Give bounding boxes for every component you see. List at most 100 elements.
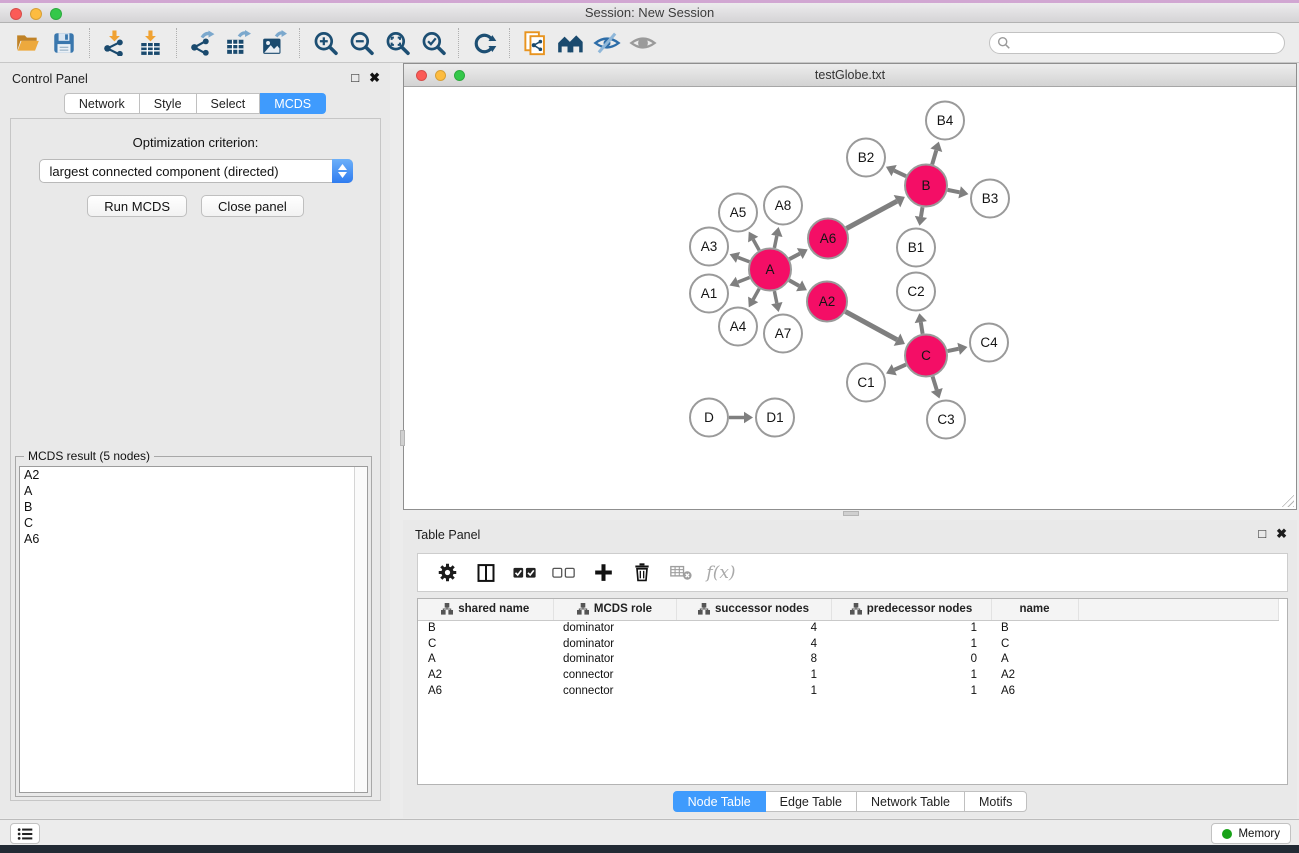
table-cell[interactable]: A2 bbox=[991, 667, 1078, 683]
table-row[interactable]: Adominator80A bbox=[418, 652, 1278, 668]
column-header[interactable]: shared name bbox=[418, 599, 553, 620]
table-cell[interactable]: B bbox=[991, 620, 1078, 636]
table-cell[interactable]: 1 bbox=[676, 683, 831, 699]
graph-edge-A-A4[interactable] bbox=[753, 289, 759, 300]
network-canvas[interactable]: AA1A2A3A4A5A6A7A8BB1B2B3B4CC1C2C3C4DD1 bbox=[404, 87, 1296, 509]
table-cell[interactable]: dominator bbox=[553, 620, 676, 636]
close-panel-icon[interactable]: ✖ bbox=[369, 70, 380, 86]
column-header[interactable]: successor nodes bbox=[676, 599, 831, 620]
zoom-out-icon[interactable] bbox=[343, 27, 379, 59]
mcds-result-list[interactable]: A2ABCA6 bbox=[19, 466, 368, 793]
column-header[interactable]: predecessor nodes bbox=[831, 599, 991, 620]
optimization-criterion-dropdown[interactable]: largest connected component (directed) bbox=[39, 159, 353, 183]
tab-style[interactable]: Style bbox=[140, 93, 197, 114]
search-input[interactable] bbox=[1016, 36, 1277, 50]
graph-edge-A6-B[interactable] bbox=[846, 201, 897, 228]
delete-table-icon[interactable] bbox=[666, 558, 696, 588]
splitter-handle[interactable] bbox=[843, 511, 859, 516]
node-table[interactable]: shared nameMCDS rolesuccessor nodesprede… bbox=[417, 598, 1288, 785]
table-cell[interactable]: 1 bbox=[831, 683, 991, 699]
import-table-icon[interactable] bbox=[133, 27, 169, 59]
table-cell[interactable]: A2 bbox=[418, 667, 553, 683]
table-row[interactable]: A2connector11A2 bbox=[418, 667, 1278, 683]
table-cell[interactable]: 4 bbox=[676, 636, 831, 652]
graph-edge-A-A3[interactable] bbox=[738, 257, 749, 261]
refresh-icon[interactable] bbox=[466, 27, 502, 59]
table-cell[interactable]: 1 bbox=[676, 667, 831, 683]
column-header[interactable]: name bbox=[991, 599, 1078, 620]
function-builder-icon[interactable]: f(x) bbox=[705, 558, 735, 588]
unselect-all-checkboxes-icon[interactable] bbox=[549, 558, 579, 588]
close-panel-button[interactable]: Close panel bbox=[201, 195, 304, 217]
table-cell[interactable]: A bbox=[991, 652, 1078, 668]
zoom-fit-icon[interactable] bbox=[379, 27, 415, 59]
graph-edge-A-A1[interactable] bbox=[738, 278, 750, 283]
network-overview-icon[interactable] bbox=[553, 27, 589, 59]
network-graph[interactable]: AA1A2A3A4A5A6A7A8BB1B2B3B4CC1C2C3C4DD1 bbox=[404, 87, 1296, 509]
table-cell[interactable]: dominator bbox=[553, 636, 676, 652]
float-panel-icon[interactable]: □ bbox=[351, 70, 359, 86]
run-mcds-button[interactable]: Run MCDS bbox=[87, 195, 187, 217]
table-cell[interactable]: 0 bbox=[831, 652, 991, 668]
tab-network-table[interactable]: Network Table bbox=[857, 791, 965, 812]
add-column-icon[interactable] bbox=[588, 558, 618, 588]
column-header[interactable]: MCDS role bbox=[553, 599, 676, 620]
float-panel-icon[interactable]: □ bbox=[1258, 526, 1266, 542]
tab-motifs[interactable]: Motifs bbox=[965, 791, 1027, 812]
splitter-handle[interactable] bbox=[400, 430, 405, 446]
tab-network[interactable]: Network bbox=[64, 93, 140, 114]
graph-edge-B-B1[interactable] bbox=[921, 207, 923, 217]
select-all-checkboxes-icon[interactable] bbox=[510, 558, 540, 588]
graph-edge-A-A7[interactable] bbox=[774, 291, 776, 303]
graph-edge-A-A8[interactable] bbox=[774, 236, 776, 248]
table-cell[interactable]: 4 bbox=[676, 620, 831, 636]
table-row[interactable]: Bdominator41B bbox=[418, 620, 1278, 636]
graph-edge-B-B3[interactable] bbox=[948, 190, 960, 192]
table-cell[interactable]: C bbox=[991, 636, 1078, 652]
import-network-icon[interactable] bbox=[97, 27, 133, 59]
delete-columns-icon[interactable] bbox=[627, 558, 657, 588]
save-session-icon[interactable] bbox=[46, 27, 82, 59]
show-graphics-details-icon[interactable] bbox=[625, 27, 661, 59]
table-cell[interactable]: connector bbox=[553, 667, 676, 683]
tab-select[interactable]: Select bbox=[197, 93, 261, 114]
search-box[interactable] bbox=[989, 32, 1285, 54]
graph-edge-C-C3[interactable] bbox=[933, 376, 937, 389]
table-cell[interactable]: 1 bbox=[831, 636, 991, 652]
table-cell[interactable]: 1 bbox=[831, 620, 991, 636]
table-cell[interactable]: C bbox=[418, 636, 553, 652]
zoom-in-icon[interactable] bbox=[307, 27, 343, 59]
new-network-from-selection-icon[interactable] bbox=[517, 27, 553, 59]
memory-button[interactable]: Memory bbox=[1211, 823, 1291, 844]
table-row[interactable]: Cdominator41C bbox=[418, 636, 1278, 652]
graph-edge-C-C4[interactable] bbox=[948, 349, 959, 351]
graph-edge-C-C2[interactable] bbox=[921, 322, 923, 334]
zoom-selected-icon[interactable] bbox=[415, 27, 451, 59]
show-columns-icon[interactable] bbox=[471, 558, 501, 588]
export-image-icon[interactable] bbox=[256, 27, 292, 59]
tab-edge-table[interactable]: Edge Table bbox=[766, 791, 857, 812]
export-network-icon[interactable] bbox=[184, 27, 220, 59]
graph-edge-B-B2[interactable] bbox=[894, 171, 906, 177]
export-table-icon[interactable] bbox=[220, 27, 256, 59]
graph-edge-B-B4[interactable] bbox=[932, 150, 936, 164]
table-row[interactable]: A6connector11A6 bbox=[418, 683, 1278, 699]
mcds-result-item[interactable]: A bbox=[20, 483, 367, 499]
table-cell[interactable]: A6 bbox=[991, 683, 1078, 699]
table-cell[interactable]: connector bbox=[553, 683, 676, 699]
open-session-icon[interactable] bbox=[10, 27, 46, 59]
close-panel-icon[interactable]: ✖ bbox=[1276, 526, 1287, 542]
result-list-scrollbar[interactable] bbox=[354, 467, 367, 792]
mcds-result-item[interactable]: C bbox=[20, 515, 367, 531]
tab-mcds[interactable]: MCDS bbox=[260, 93, 326, 114]
task-history-button[interactable] bbox=[10, 823, 40, 844]
mcds-result-item[interactable]: B bbox=[20, 499, 367, 515]
graph-edge-A-A2[interactable] bbox=[789, 280, 799, 286]
graph-edge-A2-C[interactable] bbox=[845, 312, 897, 340]
table-cell[interactable]: dominator bbox=[553, 652, 676, 668]
tab-node-table[interactable]: Node Table bbox=[673, 791, 766, 812]
table-cell[interactable]: A6 bbox=[418, 683, 553, 699]
table-cell[interactable]: 8 bbox=[676, 652, 831, 668]
mcds-result-item[interactable]: A6 bbox=[20, 531, 367, 547]
graph-edge-A-A6[interactable] bbox=[789, 254, 799, 260]
